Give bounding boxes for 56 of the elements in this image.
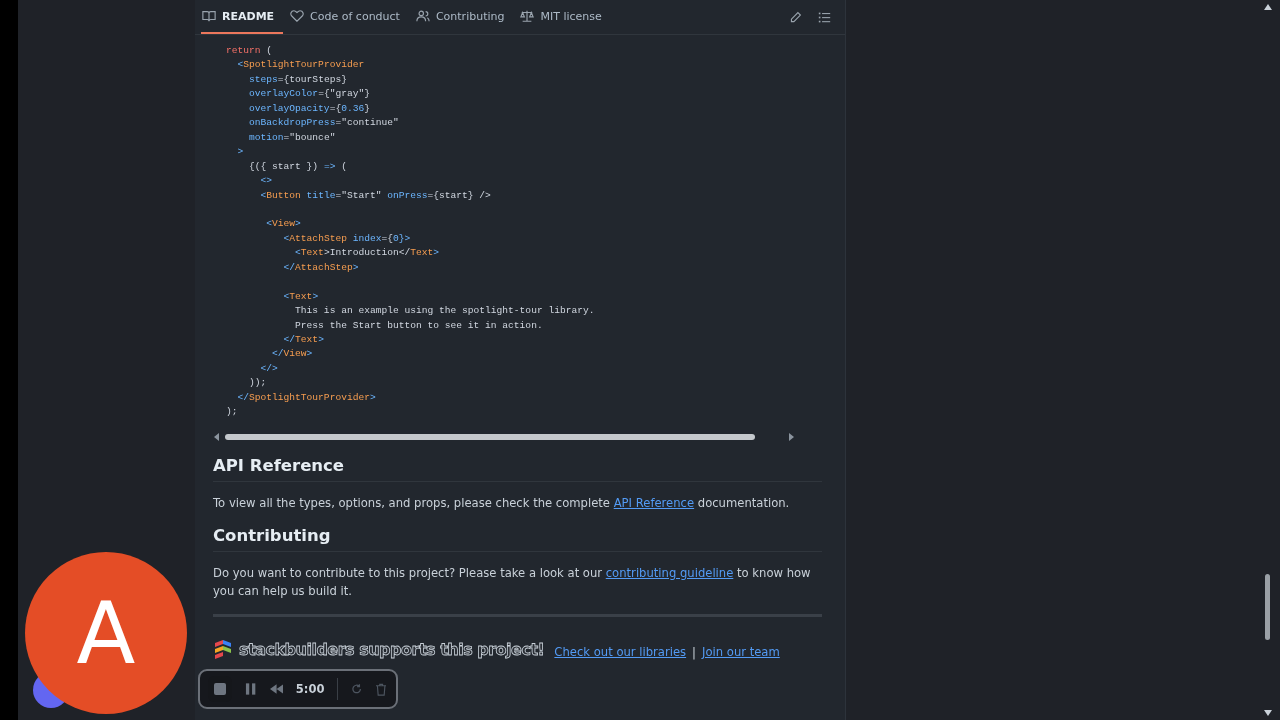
code-line: Press the Start button to see it in action. xyxy=(294,318,544,333)
section-heading: Contributing xyxy=(213,525,822,552)
link[interactable]: API Reference xyxy=(613,495,695,510)
code-line: This is an example using the spotlight-tour library. xyxy=(294,304,596,319)
code-line: )); xyxy=(248,376,268,391)
code-line: ); xyxy=(226,405,239,420)
logo-icon xyxy=(213,638,233,659)
heart-icon xyxy=(290,9,305,23)
readme-tab[interactable]: Contributing xyxy=(414,0,514,34)
paragraph: Do you want to contribute to this project? Please take a look at our contributing guideline to know how you can help us build it. xyxy=(213,564,812,600)
code-line: </View> xyxy=(271,347,314,362)
scroll-left-icon[interactable] xyxy=(214,432,220,441)
code-line: <AttachStep index={0}> xyxy=(282,231,412,246)
scroll-right-icon[interactable] xyxy=(788,432,794,441)
code-line: <Button title="Start" onPress={start} /> xyxy=(259,188,492,203)
code-line: <Text> xyxy=(282,289,320,304)
link[interactable]: contributing guideline xyxy=(605,565,734,580)
people-icon xyxy=(415,9,430,23)
scrollbar-thumb[interactable] xyxy=(1265,574,1270,640)
scroll-down-icon[interactable] xyxy=(1264,710,1272,716)
code-line: motion="bounce" xyxy=(248,130,337,145)
pause-icon[interactable] xyxy=(245,683,257,695)
link[interactable]: Join our team xyxy=(702,644,780,659)
book-icon xyxy=(202,9,216,23)
code-line: overlayOpacity={0.36} xyxy=(248,101,371,116)
readme-tab[interactable]: MIT license xyxy=(519,0,611,34)
scale-icon xyxy=(520,9,535,23)
code-line: </> xyxy=(259,361,279,376)
readme-tab[interactable]: README xyxy=(201,0,284,34)
code-line: </AttachStep> xyxy=(282,260,360,275)
readme-tab[interactable]: Code of conduct xyxy=(289,0,409,34)
paragraph: To view all the types, options, and props, please check the complete API Reference documentation. xyxy=(213,494,791,512)
link[interactable]: Check out our libraries xyxy=(554,644,687,659)
restart-icon[interactable] xyxy=(351,683,363,695)
section-heading: API Reference xyxy=(213,455,822,482)
list-icon[interactable] xyxy=(818,10,831,24)
separator: | xyxy=(692,644,696,659)
scroll-up-icon[interactable] xyxy=(1264,4,1272,10)
code-line: > xyxy=(236,145,245,160)
rewind-icon[interactable] xyxy=(269,684,283,694)
code-line: <Text>Introduction</Text> xyxy=(294,246,441,261)
code-line: <View> xyxy=(265,217,302,232)
code-line: <> xyxy=(259,174,274,189)
code-line: <SpotlightTourProvider xyxy=(236,58,366,73)
sponsor-text: stackbuilders supports this project! xyxy=(239,639,545,659)
code-line: steps={tourSteps} xyxy=(248,72,348,87)
code-line: {({ start }) => ( xyxy=(248,159,348,174)
pencil-icon[interactable] xyxy=(789,10,802,24)
code-line: </SpotlightTourProvider> xyxy=(236,390,377,405)
code-line: onBackdropPress="continue" xyxy=(248,116,400,131)
timer: 5:00 xyxy=(295,682,325,696)
scrollbar-thumb[interactable] xyxy=(225,433,755,440)
avatar: A xyxy=(25,552,187,714)
code-line: overlayColor={"gray"} xyxy=(248,87,371,102)
code-line: </Text> xyxy=(282,333,325,348)
code-line: return ( xyxy=(226,44,274,58)
